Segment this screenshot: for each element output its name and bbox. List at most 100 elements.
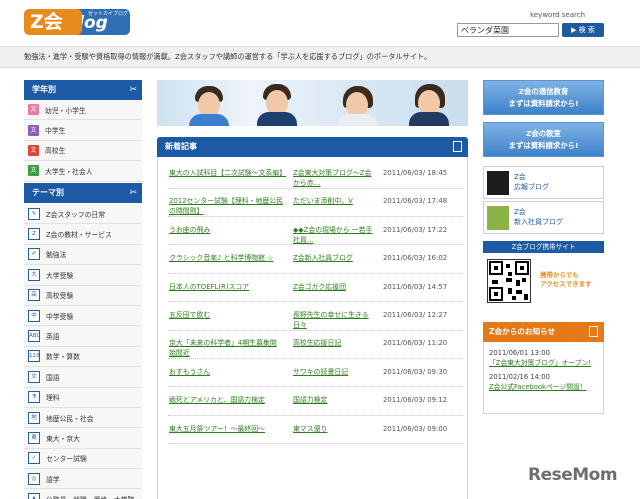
sidebar-item-theme[interactable]: 東東大・京大 [24,428,142,449]
sidebar-item-theme[interactable]: ✎ Z会スタッフの日常 [24,204,142,225]
blog-name-link[interactable]: 高校生応援日記 [293,338,375,348]
notice-title: Z会からのお知らせ [489,327,556,336]
sidebar-item-theme[interactable]: 大大学受験 [24,265,142,286]
mobile-site-bar[interactable]: Z会ブログ携帯サイト [483,241,604,253]
blog-name-link[interactable]: Z会新入社員ブログ [293,253,375,263]
blog-name-link[interactable]: ◆◆Z会の現場から 一若手社員… [293,225,375,245]
child-photo [337,82,377,126]
search-input[interactable] [457,23,559,37]
news-row: うお座の飛み ◆◆Z会の現場から 一若手社員… 2011/06/03/ 17:22 [168,218,464,246]
sidebar-item-theme[interactable]: 中中学受験 [24,305,142,327]
qr-caption-line2: アクセスできます [540,280,592,288]
blog-name-link[interactable]: Z会東大対策ブログ〜Z会から赤… [293,168,375,188]
article-date: 2011/06/03/ 17:22 [383,225,448,234]
blog-name-link[interactable]: 長野先生の幸せに生きる日々 [293,310,375,330]
theme-category-icon: 高 [28,289,40,302]
notice-link[interactable]: Z会公式Facebookページ開設！ [489,382,598,392]
grade-badge-icon: 文 [28,124,39,136]
new-staff-line2: 新入社員ブログ [514,218,563,226]
sidebar-item-theme[interactable]: ◎ 語学 [24,469,142,490]
site-logo[interactable]: blog Z会 ゼットカイブログ [24,9,132,35]
blog-name-link[interactable]: 東マス便り [293,424,375,434]
sidebar-item-label: 語学 [46,475,60,484]
sidebar-item-grade[interactable]: 文幼児・小学生 [24,100,142,121]
child-photo [189,82,229,126]
sidebar-item-theme[interactable]: 地地歴公民・社会 [24,407,142,429]
article-title-link[interactable]: 東大五月祭ツアー！〜最終回〜 [169,424,283,434]
article-title-link[interactable]: おすもうさん [169,367,283,377]
news-row: 京大「未来の科学者」4期生募集開始間近 高校生応援日記 2011/06/03/ 11… [168,331,464,359]
blog-name-link[interactable]: 国語力検定 [293,395,375,405]
sidebar-item-theme[interactable]: 123 数学・算数 [24,346,142,368]
sidebar-item-label: Z会スタッフの日常 [46,210,106,219]
sidebar-item-theme[interactable]: ABC 英語 [24,326,142,347]
sidebar-item-grade[interactable]: 文大学生・社会人 [24,161,142,182]
article-date: 2011/06/03/ 16:02 [383,254,448,263]
blog-name-link[interactable]: ただいま添削中。V [293,196,375,206]
grade-badge-icon: 文 [28,144,39,156]
sidebar-item-label: 勉強法 [46,251,67,260]
notice-link[interactable]: 「Z会東大対策ブログ」オープン! [489,358,598,368]
tagline: 勉強法・進学・受験や資格取得の情報が満載。Z会スタッフや講師の運営する「学ぶ人を… [24,52,432,61]
news-row: 東大の入試科目【二次試験〜文系編】 Z会東大対策ブログ〜Z会から赤… 2011/06… [168,161,464,189]
news-section-header: 新着記事 [157,137,468,157]
article-title-link[interactable]: 五反田で飲む [169,310,283,320]
collapse-icon[interactable]: ✂ [129,187,137,199]
rss-icon[interactable] [589,326,598,337]
notice-date: 2011/02/16 14:00 [489,373,550,381]
sidebar-item-label: 地歴公民・社会 [46,414,94,423]
classroom-request-button[interactable]: Z会の教室 まずは資料請求から! [483,122,604,157]
theme-category-icon: ✐ [28,248,40,261]
sidebar-item-theme[interactable]: ⚗ 理科 [24,387,142,408]
search-button[interactable]: ▶ 検 索 [562,23,604,37]
theme-category-icon: 中 [28,309,40,322]
new-staff-blog-link[interactable]: Z会 新入社員ブログ [483,201,604,234]
theme-list: ✎ Z会スタッフの日常 Z Z会の教材・サービス ✐ 勉強法大大学受験高高校受験中中学受験… [24,204,142,499]
collapse-icon[interactable]: ✂ [129,84,137,96]
sidebar-item-theme[interactable]: 高高校受験 [24,285,142,306]
article-title-link[interactable]: 東大の入試科目【二次試験〜文系編】 [169,168,286,178]
sidebar-item-theme[interactable]: ✓ センター試験 [24,448,142,470]
theme-category-icon: ⚗ [28,391,40,404]
pr-blog-link[interactable]: Z会 広報ブログ [483,166,604,199]
sidebar-item-grade[interactable]: 文中学生 [24,120,142,141]
qr-caption-line1: 携帯からでも [540,271,579,279]
logo-subtitle: ゼットカイブログ [88,11,129,17]
pr-blog-line2: 広報ブログ [514,183,549,191]
theme-category-icon: 大 [28,268,40,281]
zkai-logo-icon [487,171,509,195]
search-label: keyword search [530,11,585,19]
theme-category-icon: ✓ [28,452,40,465]
sidebar-item-label: 中学生 [45,127,66,136]
notice-section-header: Z会からのお知らせ [483,322,604,342]
article-title-link[interactable]: クラシック音楽♪ と科学博物館 ☆ [169,253,283,263]
qr-code-icon[interactable] [487,259,531,303]
sidebar-item-grade[interactable]: 文高校生 [24,140,142,162]
article-title-link[interactable]: 京大「未来の科学者」4期生募集開始間近 [169,338,283,358]
theme-category-icon: 東 [28,431,40,444]
blog-name-link[interactable]: Z会ゴガク応援団 [293,282,375,292]
news-row: 東大五月祭ツアー！〜最終回〜 東マス便り 2011/06/03/ 09:00 [168,417,464,445]
grade-badge-icon: 文 [28,104,39,116]
sidebar-item-theme[interactable]: Z Z会の教材・サービス [24,224,142,245]
article-title-link[interactable]: 戦死とアメリカと、国語力検定 [169,395,283,405]
blog-name-link[interactable]: サワキの読書日記 [293,367,375,377]
rss-icon[interactable] [453,141,462,152]
article-title-link[interactable]: うお座の飛み [169,225,283,235]
news-row: クラシック音楽♪ と科学博物館 ☆ Z会新入社員ブログ 2011/06/03/ 16… [168,246,464,274]
sidebar-item-theme[interactable]: ✐ 勉強法 [24,244,142,266]
news-row: 2012センター試験【理科・地歴公民の時間割】 ただいま添削中。V 2011/06/… [168,189,464,217]
sidebar-item-label: 中学受験 [46,312,74,321]
news-row: 戦死とアメリカと、国語力検定 国語力検定 2011/06/03/ 09:12 [168,388,464,416]
article-title-link[interactable]: 2012センター試験【理科・地歴公民の時間割】 [169,196,283,216]
theme-category-icon: 文 [28,370,40,383]
article-date: 2011/06/03/ 09:12 [383,396,448,405]
article-date: 2011/06/03/ 14:57 [383,282,448,291]
theme-category-icon: 123 [28,350,40,363]
correspondence-course-request-button[interactable]: Z会の通信教育 まずは資料請求から! [483,80,604,115]
article-title-link[interactable]: 日本人のTOEFL(R)スコア [169,282,283,292]
sidebar-item-theme[interactable]: 文国語 [24,367,142,388]
grade-list: 文幼児・小学生文中学生文高校生文大学生・社会人 [24,100,142,182]
sidebar-item-label: 高校受験 [46,292,74,301]
sidebar-item-theme[interactable]: ♟ 公務員・就職・資格・大学院 [24,489,142,499]
